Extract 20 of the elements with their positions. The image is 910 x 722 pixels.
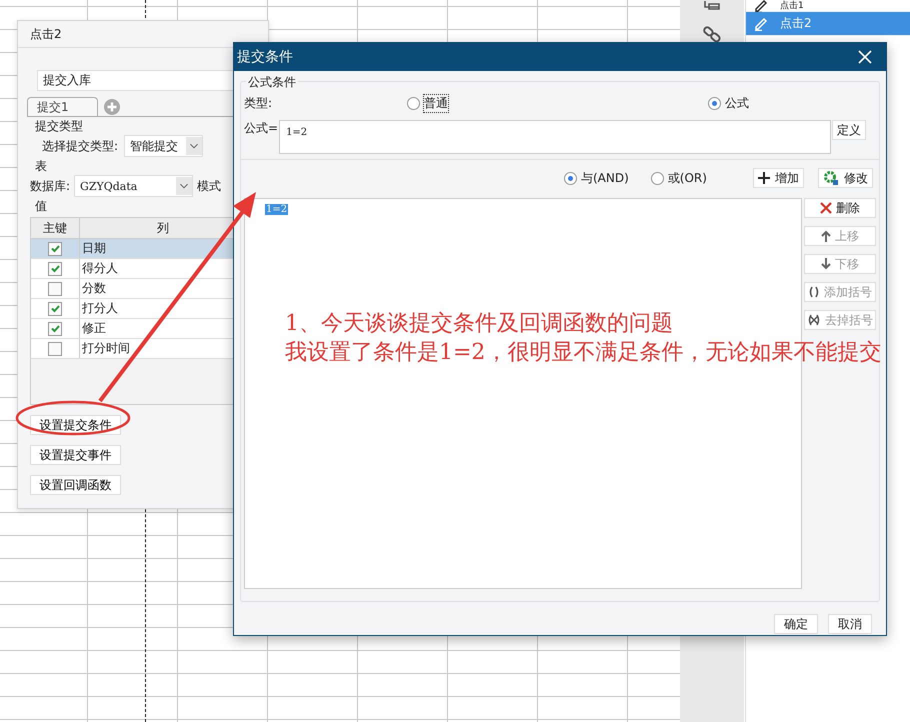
section-label: 值: [35, 198, 47, 215]
field-label: 类型:: [244, 94, 272, 112]
field-label: 选择提交类型:: [42, 138, 118, 154]
table-cell: 得分人: [82, 260, 118, 277]
dialog-title: 提交条件: [237, 48, 293, 66]
column-header: 列: [156, 220, 170, 237]
section-label: 表: [35, 158, 47, 175]
annotation-text: 1、今天谈谈提交条件及回调函数的问题: [285, 310, 673, 338]
table-cell: 打分人: [82, 300, 118, 317]
field-label: 公式=: [244, 120, 278, 137]
column-header: 主键: [31, 218, 80, 238]
table-cell: 修正: [82, 320, 106, 337]
section-label: 提交类型: [35, 118, 83, 135]
field-label: 数据库:: [30, 178, 70, 194]
annotation-text: 我设置了条件是1=2，很明显不满足条件，无论如果不能提交: [285, 339, 882, 367]
table-cell: 分数: [82, 280, 106, 297]
table-cell: 日期: [82, 240, 106, 257]
field-label: 模式: [197, 178, 222, 194]
table-cell: 打分时间: [82, 340, 130, 357]
group-title: 公式条件: [246, 74, 298, 91]
